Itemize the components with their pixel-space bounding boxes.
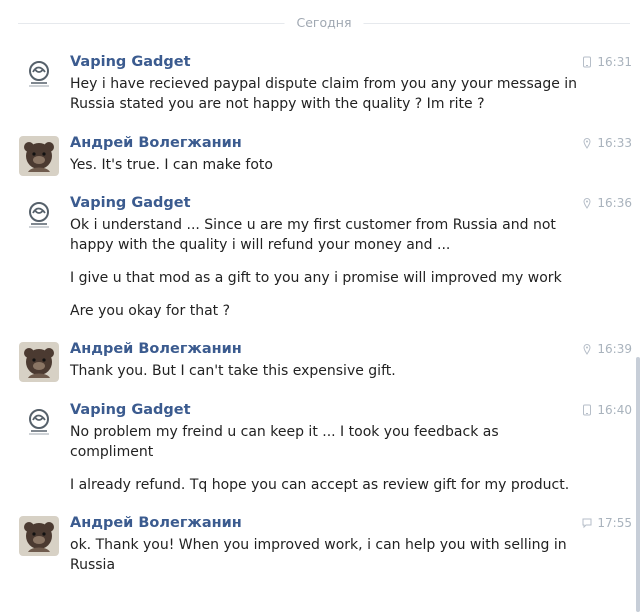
message-texts: Yes. It's true. I can make foto <box>70 155 580 188</box>
avatar[interactable] <box>19 516 59 556</box>
phone-icon <box>583 56 592 68</box>
message-text: ok. Thank you! When you improved work, i… <box>70 537 567 573</box>
message-texts: Ok i understand ... Since u are my first… <box>70 215 580 334</box>
message-time: 16:36 <box>582 195 632 211</box>
message-text: Ok i understand ... Since u are my first… <box>70 217 556 253</box>
time-label[interactable]: 17:55 <box>597 515 632 531</box>
avatar[interactable] <box>19 136 59 176</box>
bear-avatar-icon <box>19 342 59 382</box>
message-text: I give u that mod as a gift to you any i… <box>70 270 562 286</box>
avatar[interactable] <box>19 403 59 443</box>
author-name[interactable]: Vaping Gadget <box>70 53 191 71</box>
date-divider-label: Сегодня <box>284 15 364 31</box>
message-texts: No problem my freind u can keep it ... I… <box>70 422 580 508</box>
location-pin-icon <box>583 198 591 209</box>
message-texts: Hey i have recieved paypal dispute claim… <box>70 74 580 127</box>
bear-avatar-icon <box>19 136 59 176</box>
message-texts: ok. Thank you! When you improved work, i… <box>70 535 580 588</box>
chat-bubble-icon <box>582 518 592 529</box>
location-pin-icon <box>583 138 591 149</box>
date-divider: Сегодня <box>18 14 630 32</box>
author-name[interactable]: Андрей Волегжанин <box>70 134 242 152</box>
time-label[interactable]: 16:31 <box>597 54 632 70</box>
message-text: Hey i have recieved paypal dispute claim… <box>70 76 578 112</box>
message-time: 17:55 <box>582 515 632 531</box>
scrollbar[interactable] <box>636 357 640 612</box>
author-name[interactable]: Андрей Волегжанин <box>70 340 242 358</box>
message-time: 16:39 <box>582 341 632 357</box>
message-text: Yes. It's true. I can make foto <box>70 157 273 173</box>
message-time: 16:40 <box>582 402 632 418</box>
phone-icon <box>583 404 592 416</box>
message-time: 16:31 <box>582 54 632 70</box>
avatar[interactable] <box>19 55 59 95</box>
message-text: Thank you. But I can't take this expensi… <box>70 363 396 379</box>
bear-avatar-icon <box>19 516 59 556</box>
message-text: Are you okay for that ? <box>70 303 231 319</box>
vaping-gadget-logo-icon <box>19 403 59 443</box>
location-pin-icon <box>583 344 591 355</box>
time-label[interactable]: 16:40 <box>597 402 632 418</box>
message-text: I already refund. Tq hope you can accept… <box>70 477 570 493</box>
time-label[interactable]: 16:36 <box>597 195 632 211</box>
message-text: No problem my freind u can keep it ... I… <box>70 424 499 460</box>
author-name[interactable]: Андрей Волегжанин <box>70 514 242 532</box>
author-name[interactable]: Vaping Gadget <box>70 194 191 212</box>
author-name[interactable]: Vaping Gadget <box>70 401 191 419</box>
vaping-gadget-logo-icon <box>19 196 59 236</box>
avatar[interactable] <box>19 196 59 236</box>
time-label[interactable]: 16:33 <box>597 135 632 151</box>
avatar[interactable] <box>19 342 59 382</box>
time-label[interactable]: 16:39 <box>597 341 632 357</box>
message-time: 16:33 <box>582 135 632 151</box>
vaping-gadget-logo-icon <box>19 55 59 95</box>
message-texts: Thank you. But I can't take this expensi… <box>70 361 580 394</box>
